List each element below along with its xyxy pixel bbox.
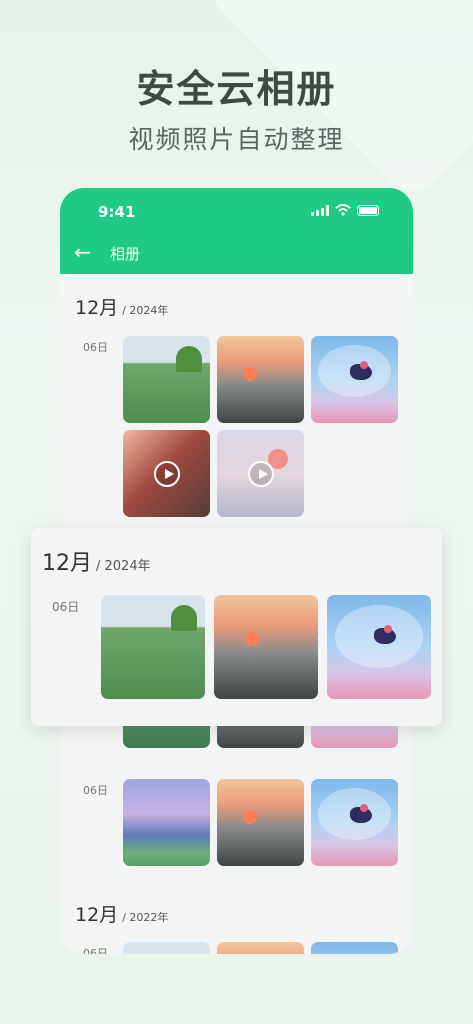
status-icons xyxy=(311,204,379,216)
photo-thumbnail[interactable] xyxy=(123,779,210,866)
month-label: 12月 xyxy=(75,297,119,319)
photo-thumbnail[interactable] xyxy=(217,336,304,423)
year-label: / 2024年 xyxy=(96,559,151,574)
photo-thumbnail[interactable] xyxy=(101,595,205,699)
page-title: 相册 xyxy=(110,245,141,263)
wifi-icon xyxy=(335,204,351,216)
month-label: 12月 xyxy=(42,551,92,576)
photo-thumbnail[interactable] xyxy=(311,336,398,423)
section-header: 12月 / 2024年 xyxy=(75,293,168,320)
photo-thumbnail[interactable] xyxy=(311,942,398,954)
app-header: 9:41 ← 相册 xyxy=(60,188,413,274)
photo-thumbnail[interactable] xyxy=(217,942,304,954)
photo-thumbnail[interactable] xyxy=(327,595,431,699)
zoomed-section-card: 12月 / 2024年 06日 xyxy=(31,528,442,726)
play-icon xyxy=(153,460,180,487)
battery-icon xyxy=(357,204,379,216)
section-header: 12月 / 2022年 xyxy=(75,900,168,927)
signal-icon xyxy=(311,204,329,216)
promo-subline: 视频照片自动整理 xyxy=(128,125,345,154)
photo-thumbnail[interactable] xyxy=(311,779,398,866)
promo-headline: 安全云相册 xyxy=(136,67,337,111)
video-thumbnail[interactable] xyxy=(123,430,210,517)
video-thumbnail[interactable] xyxy=(217,430,304,517)
day-label: 06日 xyxy=(83,947,108,954)
day-label: 06日 xyxy=(83,341,108,354)
status-time: 9:41 xyxy=(98,203,136,221)
section-header: 12月 / 2024年 xyxy=(42,545,151,577)
photo-thumbnail[interactable] xyxy=(214,595,318,699)
photo-thumbnail[interactable] xyxy=(123,336,210,423)
back-arrow-icon[interactable]: ← xyxy=(74,240,91,264)
day-label: 06日 xyxy=(52,600,80,614)
photo-thumbnail[interactable] xyxy=(217,779,304,866)
play-icon xyxy=(247,460,274,487)
year-label: / 2024年 xyxy=(122,304,169,317)
day-label: 06日 xyxy=(83,784,108,797)
year-label: / 2022年 xyxy=(122,911,169,924)
photo-thumbnail[interactable] xyxy=(123,942,210,954)
month-label: 12月 xyxy=(75,904,119,926)
